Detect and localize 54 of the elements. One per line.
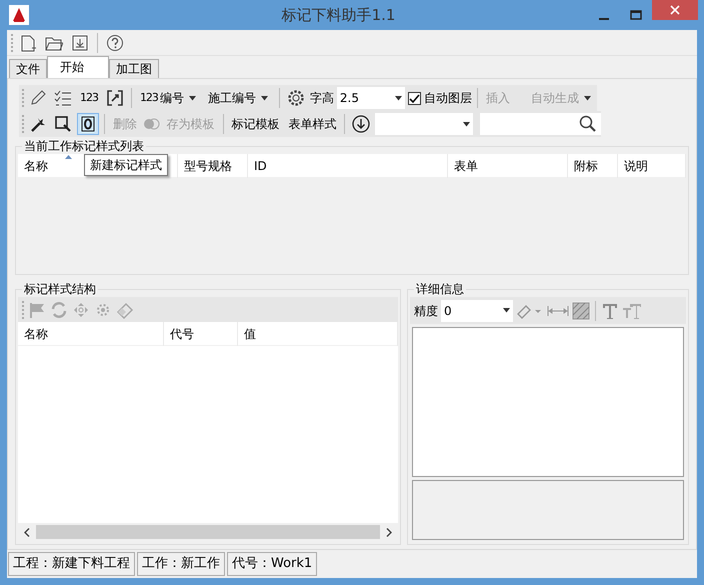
close-button[interactable]: [652, 0, 698, 20]
download-icon[interactable]: [350, 113, 372, 135]
column-header[interactable]: 型号规格: [178, 154, 248, 178]
group-title: 当前工作标记样式列表: [23, 140, 145, 152]
search-icon: [578, 115, 597, 133]
status-panel: 工作：新工作: [137, 552, 225, 576]
column-header[interactable]: 附标: [568, 154, 618, 178]
eraser-icon: [116, 300, 134, 318]
construction-number-dropdown[interactable]: 施工编号: [204, 87, 274, 109]
precision-combo[interactable]: 0: [441, 300, 513, 322]
maximize-icon[interactable]: [630, 10, 642, 20]
hatch-icon: [572, 302, 590, 320]
font-height-label: 字高: [310, 90, 334, 107]
close-icon: [670, 5, 680, 15]
caret-icon: [463, 122, 470, 126]
group-title: 详细信息: [415, 283, 465, 295]
column-header[interactable]: ID: [248, 154, 448, 178]
form-style-button[interactable]: 表单样式: [285, 113, 340, 135]
refresh-icon: [50, 300, 68, 318]
check-icon: [409, 92, 420, 104]
bracket-icon[interactable]: [104, 87, 126, 109]
tooltip: 新建标记样式: [84, 154, 168, 176]
number-dropdown[interactable]: 123 编号: [136, 87, 202, 109]
precision-label: 精度: [414, 302, 438, 320]
toggle-icon: [142, 117, 161, 131]
text-style-icon: [622, 302, 642, 320]
checkbox-label[interactable]: 自动图层: [424, 89, 472, 107]
search-field[interactable]: [480, 113, 601, 135]
window-title: 标记下料助手1.1: [280, 4, 396, 26]
new-style-toggle[interactable]: [77, 113, 99, 135]
caret-icon: [188, 96, 196, 100]
status-panel: 工程：新建下料工程: [8, 552, 135, 576]
font-height-combo[interactable]: 2.5: [336, 87, 406, 109]
tab[interactable]: 加工图: [109, 59, 159, 78]
caret-icon: [503, 308, 510, 313]
tab[interactable]: 文件: [9, 59, 47, 78]
column-header[interactable]: 表单: [448, 154, 568, 178]
mark-template-button[interactable]: 标记模板: [228, 113, 282, 135]
flag-icon: [28, 300, 46, 318]
move-icon: [72, 300, 90, 318]
status-panel: 代号：Work1: [227, 552, 318, 576]
caret-icon: [584, 96, 591, 100]
scroll-left-icon[interactable]: [24, 528, 30, 536]
checkbox[interactable]: [408, 92, 422, 104]
text-icon: [601, 302, 619, 320]
caret-icon: [260, 96, 268, 100]
scroll-right-icon[interactable]: [386, 528, 392, 536]
sort-caret-icon: [65, 155, 72, 159]
caret-icon: [395, 96, 402, 100]
group-title: 标记样式结构: [23, 283, 97, 295]
numbering-button[interactable]: 123: [77, 88, 101, 108]
app-icon: [9, 5, 29, 25]
tab[interactable]: 开始: [47, 56, 109, 78]
column-header[interactable]: 说明: [618, 154, 686, 178]
